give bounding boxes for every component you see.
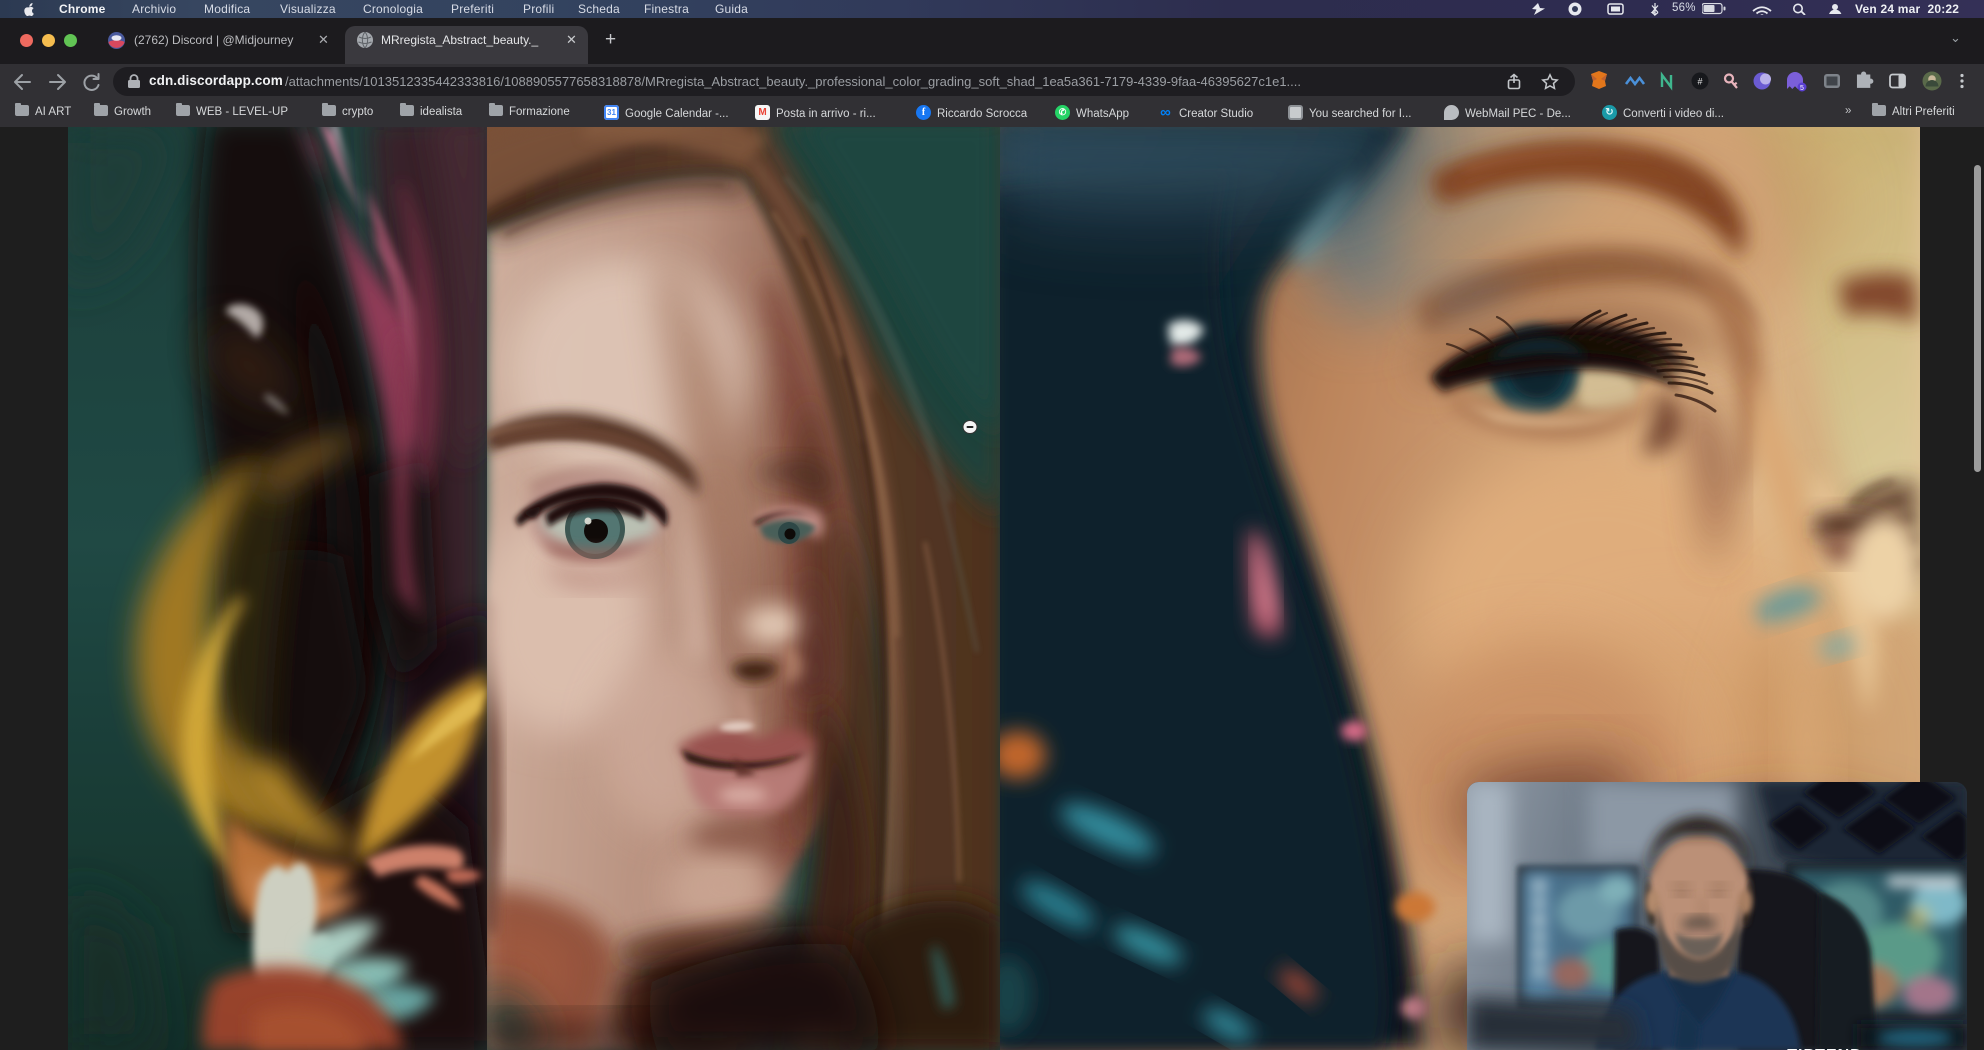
svg-text:#: # bbox=[1697, 77, 1702, 87]
svg-text:5: 5 bbox=[1800, 85, 1804, 92]
